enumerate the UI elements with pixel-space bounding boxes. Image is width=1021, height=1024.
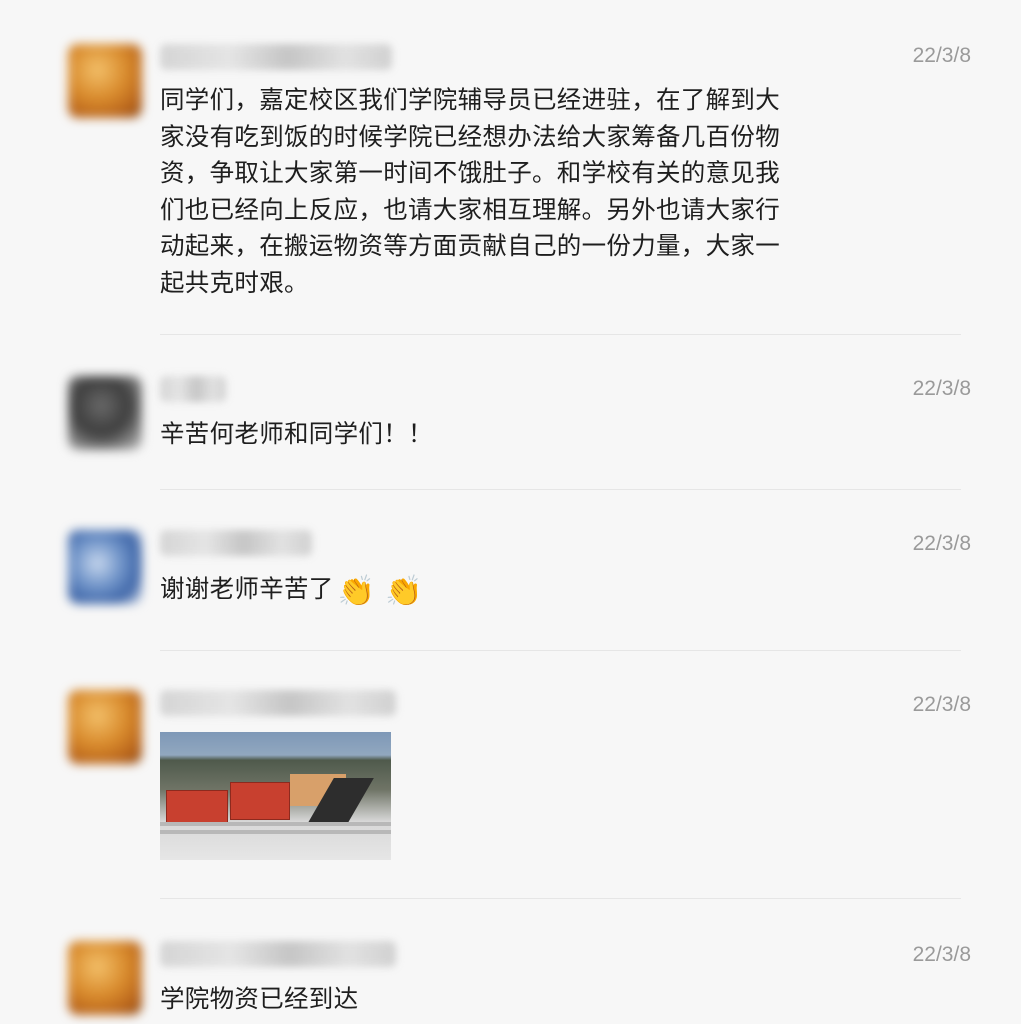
photo-rail	[160, 830, 391, 834]
nickname[interactable]	[160, 44, 392, 70]
comment-text: 学院物资已经到达	[160, 984, 359, 1013]
clapping-hands-icon: 👏	[337, 574, 376, 609]
avatar[interactable]	[68, 530, 142, 604]
comment-time: 22/3/8	[912, 44, 971, 67]
comment-text: 辛苦何老师和同学们！！	[160, 419, 433, 448]
comment-text-line: 们也已经向上反应，也请大家相互理解。另外也请大家行	[160, 194, 780, 224]
divider	[160, 334, 961, 335]
comment-time: 22/3/8	[912, 377, 971, 400]
avatar[interactable]	[68, 44, 142, 118]
comment-text-line: 动起来，在搬运物资等方面贡献自己的一份力量，大家一	[160, 231, 780, 260]
nickname[interactable]	[160, 941, 396, 967]
comment-time: 22/3/8	[912, 693, 971, 716]
divider	[160, 489, 961, 490]
comment-text-content: 谢谢老师辛苦了	[160, 574, 334, 603]
comment-image[interactable]	[160, 732, 391, 860]
photo-box	[166, 790, 228, 824]
clapping-hands-icon: 👏	[385, 574, 423, 609]
avatar[interactable]	[68, 941, 142, 1015]
comment-text: 谢谢老师辛苦了 👏 👏	[160, 571, 840, 611]
comment-time: 22/3/8	[912, 943, 971, 966]
comment-text-line: 同学们，嘉定校区我们学院辅导员已经进驻，在了解到大	[160, 85, 780, 114]
divider	[160, 650, 961, 651]
nickname[interactable]	[160, 530, 312, 556]
photo-box	[230, 782, 290, 820]
avatar[interactable]	[68, 690, 142, 764]
comment-time: 22/3/8	[912, 532, 971, 555]
avatar[interactable]	[68, 376, 142, 450]
comment-thread: 22/3/8 同学们，嘉定校区我们学院辅导员已经进驻，在了解到大 家没有吃到饭的…	[0, 0, 1021, 1024]
nickname[interactable]	[160, 376, 226, 402]
comment-text: 同学们，嘉定校区我们学院辅导员已经进驻，在了解到大 家没有吃到饭的时候学院已经想…	[160, 82, 860, 301]
comment-text-line: 资，争取让大家第一时间不饿肚子。和学校有关的意见我	[160, 158, 780, 187]
photo-rail	[160, 822, 391, 826]
divider	[160, 898, 961, 899]
nickname[interactable]	[160, 690, 396, 716]
comment-text-line: 起共克时艰。	[160, 267, 309, 297]
comment-text-line: 家没有吃到饭的时候学院已经想办法给大家筹备几百份物	[160, 121, 780, 151]
